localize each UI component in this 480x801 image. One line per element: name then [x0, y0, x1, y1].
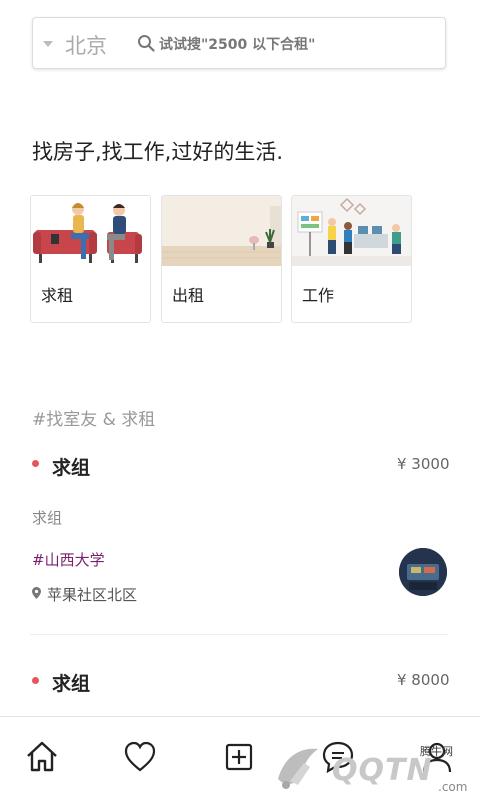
- couple-talking-illustration: [31, 196, 150, 266]
- post-location: 苹果社区北区: [47, 586, 138, 604]
- category-label: 出租: [172, 286, 205, 305]
- home-icon[interactable]: [24, 739, 60, 775]
- category-card-rent-out[interactable]: 出租: [161, 195, 282, 323]
- post-price: ¥ 3000: [397, 455, 450, 473]
- status-dot: [32, 460, 39, 467]
- post-price: ¥ 8000: [397, 671, 450, 689]
- watermark-brand: QQTN: [332, 753, 433, 788]
- location-pin-icon: [32, 587, 41, 599]
- watermark-emblem: [278, 748, 318, 789]
- category-label: 工作: [302, 286, 335, 305]
- category-card-work[interactable]: 工作: [291, 195, 412, 323]
- section-title: #找室友 & 求租: [32, 410, 156, 430]
- avatar[interactable]: [399, 548, 447, 596]
- search-input[interactable]: 试试搜"2500 以下合租": [159, 34, 315, 54]
- add-icon[interactable]: [221, 739, 257, 775]
- category-card-rent-request[interactable]: 求租: [30, 195, 151, 323]
- watermark-suffix: .com: [438, 780, 468, 794]
- office-team-illustration: [292, 196, 411, 266]
- slogan: 找房子,找工作,过好的生活.: [32, 140, 284, 164]
- post-tag[interactable]: #山西大学: [32, 549, 105, 570]
- search-icon: [138, 35, 155, 52]
- watermark-small-text: 腾牛网: [420, 745, 453, 758]
- chevron-down-icon[interactable]: [43, 41, 53, 47]
- status-dot: [32, 677, 39, 684]
- watermark-logo: QQTN 腾牛网 .com: [270, 735, 480, 800]
- heart-icon[interactable]: [122, 739, 158, 775]
- post-title[interactable]: 求组: [52, 453, 90, 480]
- post-title[interactable]: 求组: [52, 669, 90, 696]
- category-label: 求租: [41, 286, 74, 305]
- search-bar[interactable]: 北京 试试搜"2500 以下合租": [32, 17, 446, 69]
- empty-room-illustration: [162, 196, 281, 266]
- divider: [30, 634, 448, 635]
- city-selector[interactable]: 北京: [65, 30, 107, 60]
- post-subtitle: 求组: [32, 509, 63, 527]
